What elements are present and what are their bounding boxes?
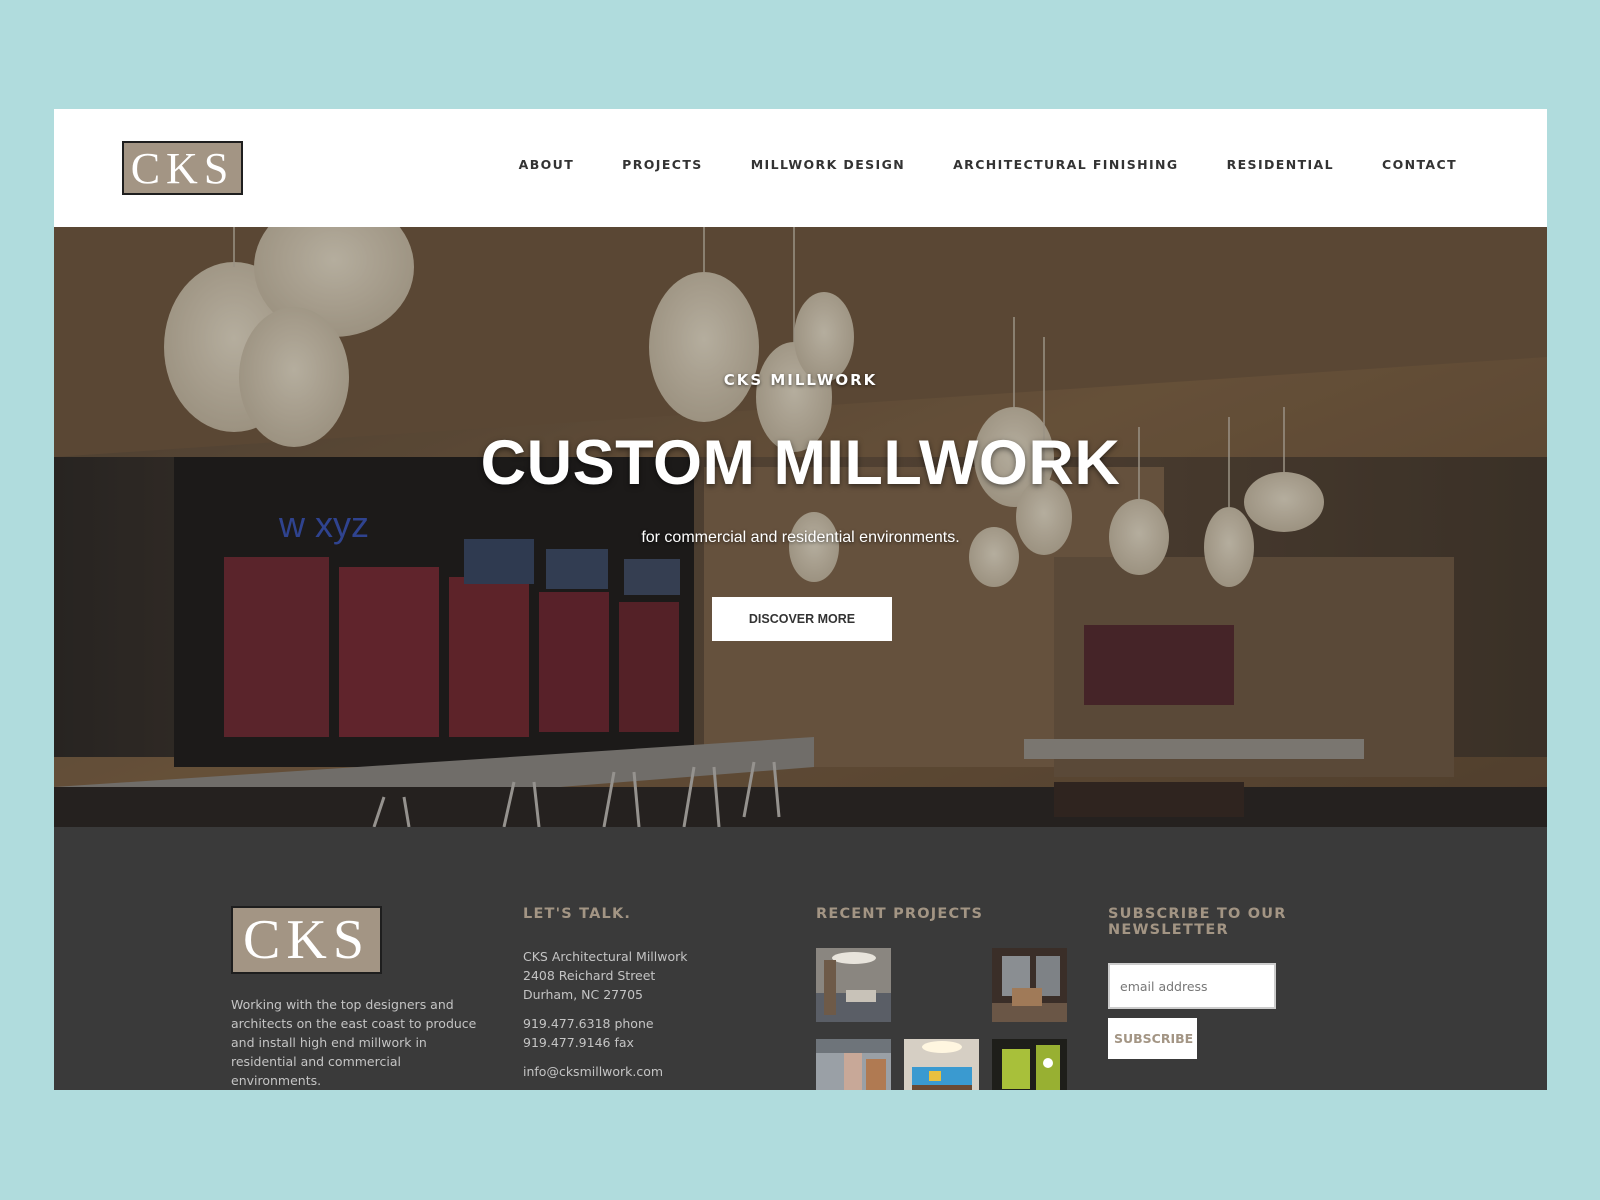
lets-talk-heading: LET'S TALK. xyxy=(523,906,632,922)
nav-about[interactable]: ABOUT xyxy=(519,153,575,177)
hero-kicker: CKS MILLWORK xyxy=(723,371,878,389)
footer-about-text: Working with the top designers and archi… xyxy=(231,997,477,1088)
hero-dim-overlay xyxy=(54,227,1547,827)
newsletter-email-input[interactable] xyxy=(1108,963,1276,1009)
main-nav: ABOUT PROJECTS MILLWORK DESIGN ARCHITECT… xyxy=(471,153,1457,177)
nav-residential[interactable]: RESIDENTIAL xyxy=(1227,153,1334,177)
footer-cks-logo[interactable]: CKS xyxy=(231,906,382,974)
nav-millwork-design[interactable]: MILLWORK DESIGN xyxy=(751,153,905,177)
nav-projects[interactable]: PROJECTS xyxy=(622,153,703,177)
contact-info: CKS Architectural Millwork 2408 Reichard… xyxy=(523,947,688,1090)
site-footer: CKS Working with the top designers and a… xyxy=(54,827,1547,1090)
subscribe-button[interactable]: SUBSCRIBE xyxy=(1108,1018,1197,1059)
project-thumbnail[interactable] xyxy=(904,1039,979,1090)
newsletter-heading-line-2: NEWSLETTER xyxy=(1108,922,1229,938)
email-link[interactable]: info@cksmillwork.com xyxy=(523,1064,663,1079)
project-thumbnail[interactable] xyxy=(992,1039,1067,1090)
hero-title: CUSTOM MILLWORK xyxy=(480,428,1121,498)
project-thumbnail[interactable] xyxy=(816,948,891,1022)
hero-banner: w xyz CKS MILLWORK CUSTOM MILLWORK for c… xyxy=(54,227,1547,827)
hero-subtitle: for commercial and residential environme… xyxy=(641,529,960,546)
nav-contact[interactable]: CONTACT xyxy=(1382,153,1457,177)
site-header: CKS ABOUT PROJECTS MILLWORK DESIGN ARCHI… xyxy=(54,109,1547,227)
project-thumbnail[interactable] xyxy=(816,1039,891,1090)
discover-more-button[interactable]: DISCOVER MORE xyxy=(712,597,892,641)
fax-number: 919.477.9146 fax xyxy=(523,1035,634,1050)
newsletter-heading: SUBSCRIBE TO OUR NEWSLETTER xyxy=(1108,906,1287,938)
address-line-1: CKS Architectural Millwork xyxy=(523,949,688,964)
project-thumbnail[interactable] xyxy=(992,948,1067,1022)
address-line-2: 2408 Reichard Street xyxy=(523,968,656,983)
nav-architectural-finishing[interactable]: ARCHITECTURAL FINISHING xyxy=(953,153,1178,177)
address-line-3: Durham, NC 27705 xyxy=(523,987,643,1002)
newsletter-heading-line-1: SUBSCRIBE TO OUR xyxy=(1108,906,1287,922)
recent-projects-heading: RECENT PROJECTS xyxy=(816,906,984,922)
phone-number[interactable]: 919.477.6318 phone xyxy=(523,1016,654,1031)
cks-logo[interactable]: CKS xyxy=(122,141,243,195)
browser-page: CKS ABOUT PROJECTS MILLWORK DESIGN ARCHI… xyxy=(54,109,1547,1090)
